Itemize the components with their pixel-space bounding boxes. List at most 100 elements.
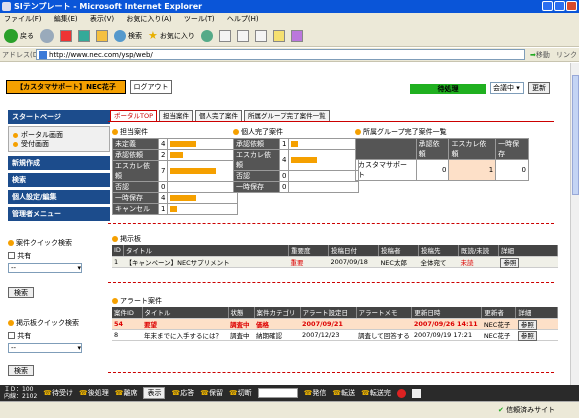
update-button[interactable]: 更新 [528,82,550,94]
alert-title-cell[interactable]: 要望 [142,318,228,330]
mail-button[interactable] [218,29,231,42]
assigned-label: エスカレ依頼 [112,160,159,182]
stop-button[interactable] [60,29,72,42]
edit-button[interactable] [254,29,267,42]
group-header-cell [355,138,417,160]
tab-portal-top[interactable]: ポータルTOP [110,110,158,121]
dial-input[interactable] [257,388,298,398]
tab-group-done[interactable]: 所属グループ完了案件一覧 [244,110,330,121]
bulletin-title-cell[interactable]: 【キャンペーン】NECサプリメント [123,256,289,268]
go-button[interactable]: ➡移動 [530,48,550,62]
logout-button[interactable]: ログアウト [130,80,172,94]
bulletin-table: ID タイトル 重要度 投稿日付 投稿者 投稿先 既読/未読 詳細 1 【キャン… [112,245,559,268]
view-button[interactable]: 参照 [517,319,537,330]
search-button[interactable]: 検索 [114,29,142,42]
group-header-cell: エスカレ依頼 [448,138,497,160]
destination-cell: 全体宛て [418,256,459,268]
personal-done-row[interactable]: 承認依頼 1 [233,138,360,150]
home-button[interactable] [96,29,108,42]
bulletin-section: 掲示板 ID タイトル 重要度 投稿日付 投稿者 投稿先 既読/未読 詳細 1 … [112,234,559,268]
case-search-select[interactable]: -- ▾ [8,263,82,273]
assigned-row[interactable]: 一時保存 4 [112,192,239,204]
settings-icon[interactable] [411,388,421,398]
section-divider [108,223,554,224]
phone-transfer-button[interactable]: ☎転送 [332,388,355,398]
alert-header: 更新者 [481,307,517,319]
menu-search[interactable]: 検索 [8,173,110,187]
personal-done-row[interactable]: 否認 0 [233,170,360,182]
print-button[interactable] [236,29,249,42]
messenger-button[interactable] [290,29,303,42]
maximize-button[interactable] [554,1,565,11]
phone-transfer-done-button[interactable]: ☎転送完 [361,388,391,398]
page-icon [39,51,47,59]
assigned-row[interactable]: エスカレ依頼 7 [112,160,239,182]
menu-view[interactable]: 表示(V) [90,15,114,23]
case-search-button[interactable]: 検索 [8,287,34,298]
reception-link[interactable]: 受付画面 [9,140,109,149]
menu-settings[interactable]: 個人設定/編集 [8,190,110,204]
minimize-button[interactable] [542,1,553,11]
view-button[interactable]: 参照 [500,257,520,268]
alert-header: アラートメモ [356,307,413,319]
phone-away-button[interactable]: ☎離席 [115,388,138,398]
phone-ready-button[interactable]: ☎待受け [43,388,73,398]
assigned-label: 承認依頼 [112,149,159,161]
group-cell: 0 [495,159,529,181]
menu-new[interactable]: 新規作成 [8,156,110,170]
table-row: 1 【キャンペーン】NECサプリメント 重要 2007/09/18 NEC太郎 … [112,256,558,268]
menu-admin[interactable]: 管理者メニュー [8,207,110,221]
menu-file[interactable]: ファイル(F) [4,15,42,23]
favorites-button[interactable]: ★ お気に入り [148,29,195,42]
scrollbar-thumb[interactable] [572,75,579,195]
phone-hold-button[interactable]: ☎保留 [200,388,223,398]
assigned-row[interactable]: 承認依頼 2 [112,149,239,161]
assigned-row[interactable]: 未定義 4 [112,138,239,150]
shared-checkbox[interactable] [8,252,15,259]
tab-personal-done[interactable]: 個人完了案件 [195,110,243,121]
tab-assigned[interactable]: 担当案件 [159,110,194,121]
alert-title-cell[interactable]: 年末までに入手するには？ [142,329,228,341]
phone-answer-button[interactable]: ☎応答 [171,388,194,398]
assigned-row[interactable]: キャンセル 1 [112,203,239,215]
shared-checkbox[interactable] [8,332,15,339]
assigned-label: 一時保存 [112,192,159,204]
bulletin-header: 投稿者 [378,245,419,257]
assigned-label: キャンセル [112,203,159,215]
view-button[interactable]: 参照 [517,330,537,341]
status-badge: 待処理 [410,84,486,94]
menu-favorites[interactable]: お気に入り(A) [126,15,171,23]
media-button[interactable] [200,29,213,42]
phone-hangup-button[interactable]: ☎切断 [229,388,252,398]
forward-button[interactable] [40,28,54,43]
close-button[interactable] [566,1,577,11]
personal-done-row[interactable]: エスカレ依頼 4 [233,149,360,171]
phone-wrapup-button[interactable]: ☎後処理 [79,388,109,398]
tab-bar: ポータルTOP 担当案件 個人完了案件 所属グループ完了案件一覧 [110,110,330,121]
folder-button[interactable] [272,29,285,42]
menu-help[interactable]: ヘルプ(H) [227,15,259,23]
portal-link[interactable]: ポータル画面 [9,131,109,140]
bulletin-search-button[interactable]: 検索 [8,365,34,376]
links-label[interactable]: リンク [556,48,577,62]
address-input[interactable]: http://www.nec.com/ysp/web/ [36,49,525,60]
group-header-cell: 一時保存 [495,138,529,160]
personal-done-count: 0 [278,170,290,182]
alert-updater-cell: NEC花子 [481,329,516,341]
assigned-row[interactable]: 否認 0 [112,181,239,193]
personal-done-row[interactable]: 一時保存 0 [233,181,360,193]
refresh-button[interactable] [78,29,90,42]
phone-call-button[interactable]: ☎発信 [304,388,327,398]
menu-edit[interactable]: 編集(E) [54,15,78,23]
bulletin-header: 詳細 [498,245,559,257]
presence-select[interactable]: 会議中 ▾ [490,82,524,94]
phone-display-button[interactable]: 表示 [143,387,166,399]
group-cell: 1 [448,159,497,181]
back-button[interactable]: 戻る [4,28,34,43]
vertical-scrollbar[interactable] [570,63,579,385]
window-title: SIテンプレート - Microsoft Internet Explorer [14,2,203,11]
menu-tools[interactable]: ツール(T) [184,15,215,23]
group-done-cases: 所属グループ完了案件一覧 承認依頼 エスカレ依頼 一時保存 カスタマサポート 0… [355,127,529,181]
bulletin-search-select[interactable]: -- ▾ [8,343,82,353]
record-icon[interactable] [396,388,406,398]
